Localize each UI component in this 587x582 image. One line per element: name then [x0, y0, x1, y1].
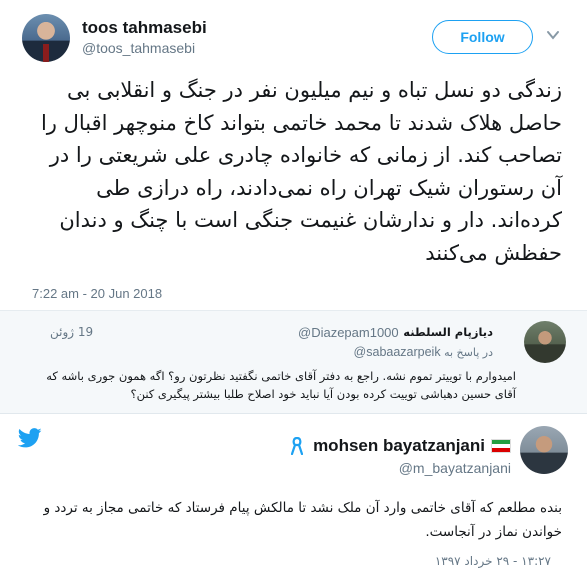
tweet-timestamp[interactable]: 7:22 am - 20 Jun 2018	[32, 286, 162, 301]
author-handle[interactable]: @toos_tahmasebi	[82, 40, 195, 56]
avatar[interactable]	[524, 321, 566, 363]
tweet-date[interactable]: 19 ژوئن	[50, 325, 93, 339]
author-name[interactable]: mohsen bayatzanjani	[313, 436, 485, 456]
twitter-bird-icon[interactable]	[18, 428, 42, 448]
tweet-text: امیدوارم با توییتر تموم نشه. راجع به دفت…	[46, 369, 516, 401]
iran-flag-icon	[491, 439, 511, 453]
avatar[interactable]	[520, 426, 568, 474]
reply-prefix: در پاسخ به	[444, 346, 493, 359]
tweet-text: زندگی دو نسل تباه و نیم میلیون نفر در جن…	[40, 78, 562, 265]
chevron-down-icon[interactable]	[546, 28, 560, 42]
tweet-date[interactable]: ۱۳:۲۷ - ۲۹ خرداد ۱۳۹۷	[435, 554, 551, 568]
main-tweet: toos tahmasebi @toos_tahmasebi Follow زن…	[0, 0, 587, 310]
reply-to-line: در پاسخ به @sabaazarpeik	[354, 345, 493, 359]
avatar[interactable]	[22, 14, 70, 62]
author-line: mohsen bayatzanjani	[291, 436, 511, 456]
author-handle[interactable]: @m_bayatzanjani	[399, 460, 511, 476]
awareness-ribbon-icon	[291, 437, 304, 455]
follow-button[interactable]: Follow	[432, 20, 533, 54]
author-handle[interactable]: @Diazepam1000	[298, 325, 399, 340]
tweet-text: بنده مطلعم که آقای خاتمی وارد آن ملک نشد…	[43, 500, 562, 540]
reply-tweet: دیازپام السلطنه @Diazepam1000 19 ژوئن در…	[0, 310, 587, 414]
author-name[interactable]: toos tahmasebi	[82, 18, 207, 38]
embedded-tweet: mohsen bayatzanjani @m_bayatzanjani بنده…	[0, 414, 587, 582]
reply-handle[interactable]: @sabaazarpeik	[354, 345, 441, 359]
author-name[interactable]: دیازپام السلطنه	[403, 325, 493, 339]
